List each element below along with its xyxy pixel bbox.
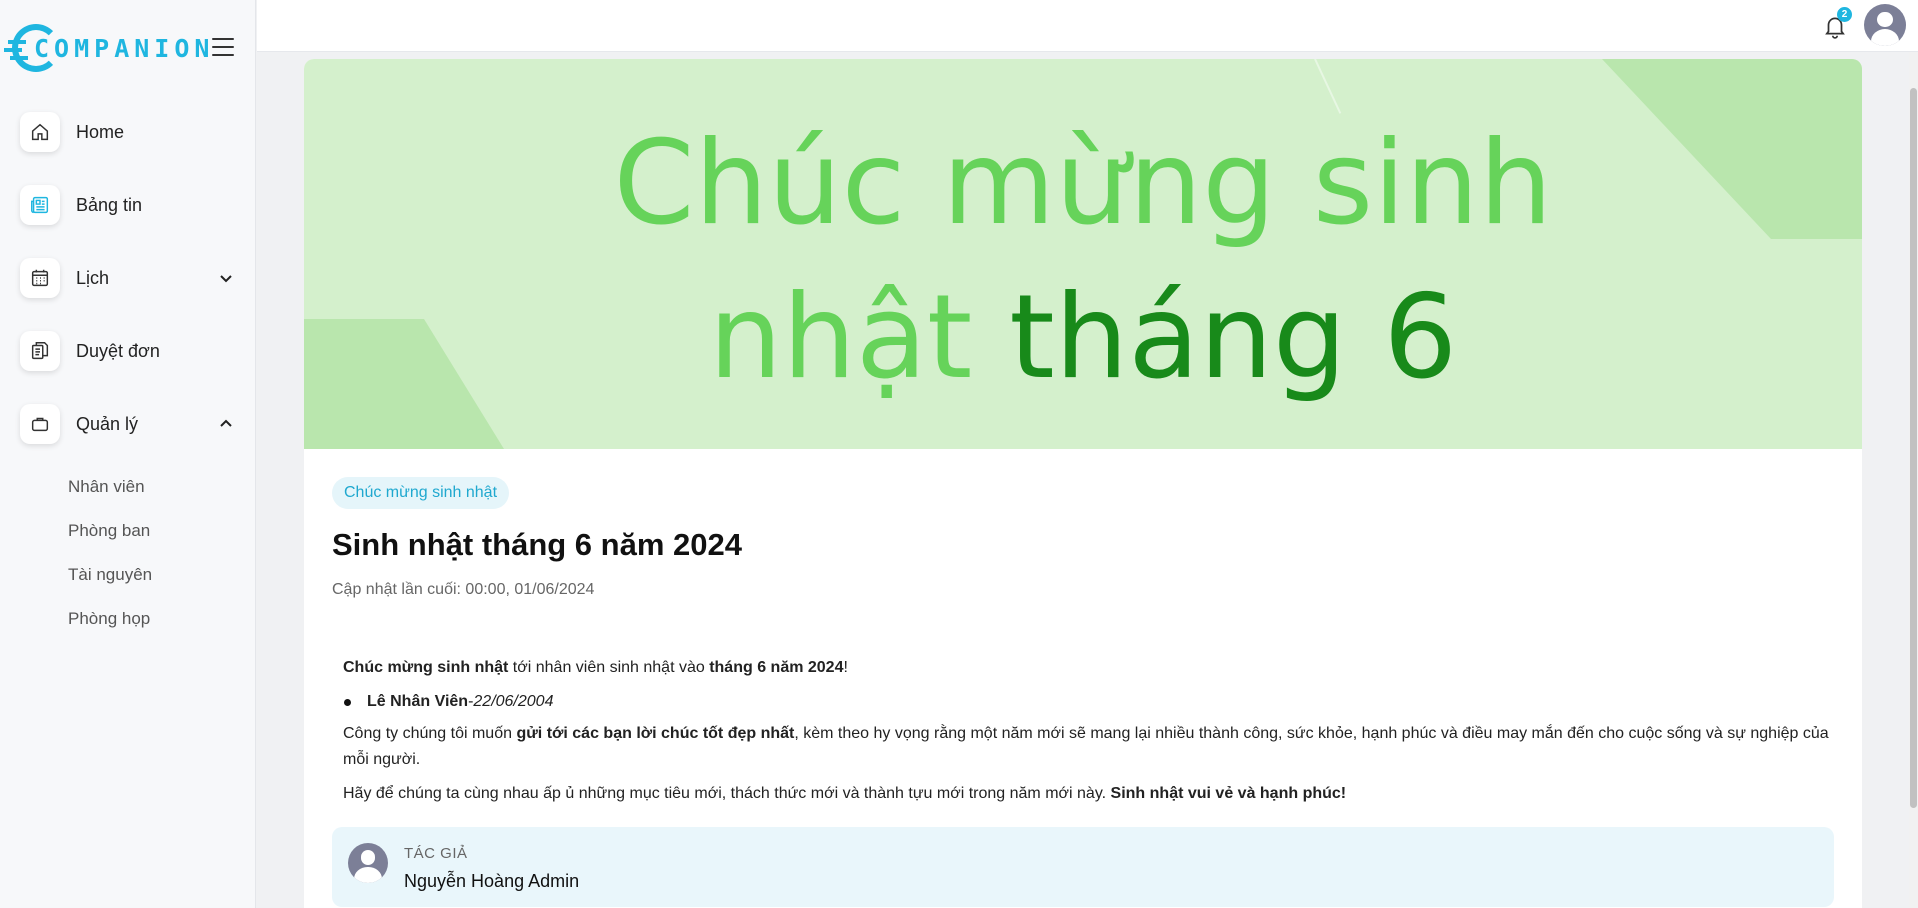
home-icon — [20, 112, 60, 152]
sidebar-subitem-phong-ban[interactable]: Phòng ban — [68, 509, 255, 553]
sidebar-item-lich[interactable]: Lịch — [20, 254, 236, 302]
post-banner-image: Chúc mừng sinh nhật tháng 6 — [304, 59, 1862, 449]
author-box: TÁC GIẢ Nguyễn Hoàng Admin — [332, 827, 1834, 907]
birthday-list-item: Lê Nhân Viên - 22/06/2004 — [343, 689, 1834, 715]
post-title: Sinh nhật tháng 6 năm 2024 — [332, 527, 742, 562]
banner-line1: Chúc mừng sinh — [613, 116, 1553, 251]
sidebar-subitem-nhan-vien[interactable]: Nhân viên — [68, 465, 255, 509]
calendar-icon — [20, 258, 60, 298]
closing-paragraph: Hãy để chúng ta cùng nhau ấp ủ những mục… — [343, 785, 1347, 802]
author-label: TÁC GIẢ — [404, 845, 468, 862]
documents-icon — [20, 331, 60, 371]
topbar: 2 — [257, 0, 1918, 52]
sidebar-subitem-tai-nguyen[interactable]: Tài nguyên — [68, 553, 255, 597]
sidebar-item-duyet-don[interactable]: Duyệt đơn — [20, 327, 236, 375]
chevron-up-icon[interactable] — [216, 414, 236, 434]
post-card: Chúc mừng sinh nhật tháng 6 Chúc mừng si… — [304, 59, 1862, 908]
sidebar-item-bang-tin[interactable]: Bảng tin — [20, 181, 236, 229]
sidebar-item-home[interactable]: Home — [20, 108, 236, 156]
user-avatar[interactable] — [1864, 4, 1906, 46]
logo-mark-icon — [8, 24, 60, 72]
menu-toggle-icon[interactable] — [212, 38, 234, 56]
sidebar-item-label: Lịch — [76, 267, 110, 288]
employee-birthday: 22/06/2004 — [473, 693, 554, 710]
sidebar-item-label: Quản lý — [76, 413, 139, 434]
author-avatar — [348, 843, 388, 883]
scrollbar-thumb[interactable] — [1910, 88, 1917, 808]
logo-text: COMPANION — [34, 33, 215, 63]
briefcase-icon — [20, 404, 60, 444]
sidebar-item-quan-ly[interactable]: Quản lý — [20, 400, 236, 448]
chevron-down-icon[interactable] — [216, 268, 236, 288]
post-updated-time: Cập nhật lần cuối: 00:00, 01/06/2024 — [332, 581, 595, 598]
sidebar-subitem-phong-hop[interactable]: Phòng họp — [68, 597, 255, 641]
employee-name: Lê Nhân Viên — [367, 693, 469, 710]
sidebar-item-label: Duyệt đơn — [76, 340, 160, 361]
intro-paragraph: Chúc mừng sinh nhật tới nhân viên sinh n… — [343, 659, 848, 676]
page-scrollbar[interactable] — [1909, 52, 1918, 908]
sidebar-nav: Home Bảng tin Lịch Duyệt đơn Quản lý Nhâ… — [0, 108, 255, 641]
sidebar-item-label: Home — [76, 121, 125, 142]
author-name: Nguyễn Hoàng Admin — [404, 871, 580, 891]
sidebar-item-label: Bảng tin — [76, 194, 143, 215]
wish-paragraph: Công ty chúng tôi muốn gửi tới các bạn l… — [343, 725, 1829, 768]
notification-badge: 2 — [1837, 7, 1852, 22]
post-content: Chúc mừng sinh nhật Sinh nhật tháng 6 nă… — [304, 449, 1862, 907]
banner-line2: nhật tháng 6 — [708, 270, 1458, 405]
companion-logo[interactable]: COMPANION — [8, 24, 215, 72]
quan-ly-submenu: Nhân viên Phòng ban Tài nguyên Phòng họp — [68, 465, 255, 641]
newspaper-icon — [20, 185, 60, 225]
category-tag[interactable]: Chúc mừng sinh nhật — [332, 477, 510, 509]
sidebar: COMPANION Home Bảng tin Lịch Duyệt đơn Q… — [0, 0, 256, 908]
post-body: Chúc mừng sinh nhật tới nhân viên sinh n… — [332, 655, 1834, 807]
